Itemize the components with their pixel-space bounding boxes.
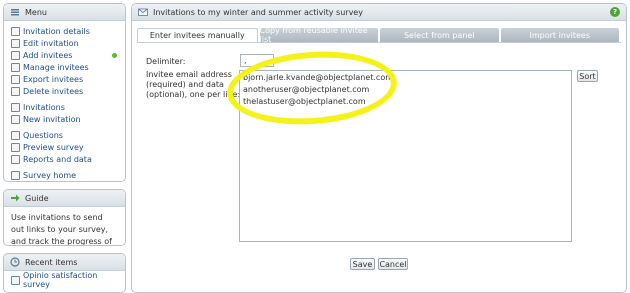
menu-item-manage-invitees[interactable]: Manage invitees: [11, 61, 125, 73]
survey-icon: [11, 275, 20, 285]
recent-items-list: Opinio satisfaction survey: [4, 271, 125, 289]
mail-icon: [11, 102, 20, 112]
menu-item-reports-and-data[interactable]: Reports and data: [11, 153, 125, 165]
emails-label-line3: (optional), one per line:: [146, 90, 241, 99]
home-icon: [11, 170, 20, 180]
recent-items-header: Recent items: [4, 254, 125, 271]
recent-items-title: Recent items: [25, 257, 78, 267]
guide-header: Guide: [4, 190, 125, 207]
menu-item-preview-survey[interactable]: Preview survey: [11, 141, 125, 153]
menu-item-export-invitees[interactable]: Export invitees: [11, 73, 125, 85]
guide-panel: Guide Use invitations to send out links …: [3, 189, 126, 246]
delimiter-input[interactable]: ,: [240, 54, 274, 67]
users-icon: [11, 62, 20, 72]
menu-item-edit-invitation[interactable]: Edit invitation: [11, 37, 125, 49]
tab-copy-from-list[interactable]: Copy from reusable invitee list: [259, 26, 378, 44]
guide-arrow-icon: [10, 193, 20, 203]
tab-select-from-panel[interactable]: Select from panel: [380, 28, 499, 42]
chart-icon: [11, 154, 20, 164]
cancel-button[interactable]: Cancel: [378, 258, 408, 270]
emails-label-line1: Invitee email address: [146, 70, 232, 79]
main-header: Invitations to my winter and summer acti…: [132, 4, 626, 21]
menu-header: Menu: [4, 4, 125, 21]
menu-item-delete-invitees[interactable]: Delete invitees: [11, 85, 125, 97]
main-title: Invitations to my winter and summer acti…: [153, 7, 363, 17]
menu-item-add-invitees[interactable]: Add invitees: [11, 49, 125, 61]
invitation-icon: [138, 7, 148, 17]
recent-item[interactable]: Opinio satisfaction survey: [11, 271, 125, 289]
menu-item-survey-home[interactable]: Survey home: [11, 169, 125, 181]
menu-item-questions[interactable]: Questions: [11, 129, 125, 141]
export-icon: [11, 74, 20, 84]
help-icon[interactable]: ?: [610, 7, 620, 17]
menu-item-invitation-details[interactable]: Invitation details: [11, 25, 125, 37]
menu-item-new-invitation[interactable]: New invitation: [11, 113, 125, 125]
add-user-icon: [11, 50, 20, 60]
save-button[interactable]: Save: [350, 258, 375, 270]
preview-icon: [11, 142, 20, 152]
document-icon: [11, 26, 20, 36]
menu-item-invitations[interactable]: Invitations: [11, 101, 125, 113]
tab-content-border: [137, 42, 621, 43]
menu-panel: Menu Invitation details Edit invitation …: [3, 3, 126, 182]
sort-button[interactable]: Sort: [577, 70, 598, 82]
emails-label-line2: (required) and data: [146, 80, 224, 89]
menu-icon: [10, 7, 20, 17]
invitee-emails-textarea[interactable]: bjorn.jarle.kvande@objectplanet.com anot…: [239, 70, 572, 242]
tab-enter-manually[interactable]: Enter invitees manually: [137, 28, 258, 42]
edit-icon: [11, 38, 20, 48]
delimiter-label: Delimiter:: [146, 57, 186, 66]
recent-items-panel: Recent items Opinio satisfaction survey: [3, 253, 126, 293]
tab-import-invitees[interactable]: Import invitees: [500, 28, 619, 42]
guide-text: Use invitations to send out links to you…: [11, 213, 112, 246]
delete-icon: [11, 86, 20, 96]
menu-title: Menu: [25, 7, 47, 17]
new-mail-icon: [11, 114, 20, 124]
menu-list: Invitation details Edit invitation Add i…: [4, 21, 125, 181]
guide-title: Guide: [25, 193, 49, 203]
questions-icon: [11, 130, 20, 140]
invitee-tabs: Enter invitees manually Copy from reusab…: [137, 26, 621, 44]
recent-icon: [10, 257, 20, 267]
active-indicator-dot: [112, 53, 117, 58]
